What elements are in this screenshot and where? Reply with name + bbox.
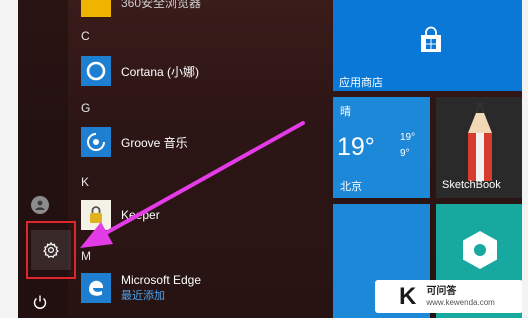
gear-icon (43, 241, 59, 258)
keeper-lock-icon (90, 206, 102, 223)
section-letter-k[interactable]: K (81, 175, 89, 189)
keeper-app-tile (81, 200, 111, 230)
watermark-url: www.kewenda.com (426, 297, 495, 307)
page-margin-left (0, 0, 18, 318)
edge-recently-added: 最近添加 (121, 290, 165, 302)
list-item-edge[interactable]: Microsoft Edge 最近添加 (81, 272, 201, 304)
store-tile-label: 应用商店 (339, 77, 383, 89)
user-account-button[interactable] (31, 196, 49, 214)
sketchbook-tile[interactable]: SketchBook (436, 97, 522, 198)
app-label-partial: 360安全浏览器 (121, 0, 202, 10)
watermark-title: 可问答 (426, 285, 457, 297)
weather-low: 9° (400, 148, 410, 159)
edge-label: Microsoft Edge (121, 273, 202, 287)
groove-music-icon (87, 132, 106, 151)
power-button[interactable] (30, 292, 50, 312)
section-letter-g[interactable]: G (81, 101, 90, 115)
user-icon (35, 200, 45, 210)
sketchbook-pencil-icon (468, 103, 492, 181)
section-letter-m[interactable]: M (81, 249, 91, 263)
edge-icon (89, 280, 104, 296)
watermark-logo: K (399, 282, 417, 310)
list-item-groove[interactable]: Groove 音乐 (81, 126, 188, 158)
edge-text: Microsoft Edge 最近添加 (121, 273, 201, 303)
section-letter-c[interactable]: C (81, 29, 90, 43)
keeper-label: Keeper (121, 208, 160, 222)
groove-app-tile (81, 127, 111, 157)
weather-condition: 晴 (340, 106, 351, 118)
power-icon (33, 295, 47, 309)
weather-temperature: 19° (337, 133, 375, 161)
list-item-keeper[interactable]: Keeper (81, 199, 160, 231)
cortana-label: Cortana (小娜) (121, 64, 200, 79)
sketchbook-label: SketchBook (442, 179, 501, 191)
cortana-icon (86, 61, 106, 81)
cortana-app-tile (81, 56, 111, 86)
watermark-text: 可问答 www.kewenda.com (426, 286, 494, 308)
store-tile[interactable]: 应用商店 (333, 0, 522, 91)
list-item-cortana[interactable]: Cortana (小娜) (81, 55, 199, 87)
edge-app-tile (81, 273, 111, 303)
list-item-partial-top[interactable]: 360安全浏览器 (81, 0, 201, 18)
settings-button[interactable] (31, 230, 71, 270)
watermark-badge: K 可问答 www.kewenda.com (375, 280, 523, 313)
groove-label: Groove 音乐 (121, 135, 188, 150)
store-bag-icon (421, 26, 441, 52)
settings-button-highlighted[interactable] (26, 221, 76, 279)
page-margin-right (522, 0, 528, 318)
weather-high: 19° (400, 132, 416, 143)
weather-city: 北京 (340, 181, 362, 193)
hexagon-app-icon (463, 231, 497, 269)
app-icon-partial (81, 0, 111, 17)
weather-tile[interactable]: 晴 19° 19° 9° 北京 (333, 97, 430, 198)
